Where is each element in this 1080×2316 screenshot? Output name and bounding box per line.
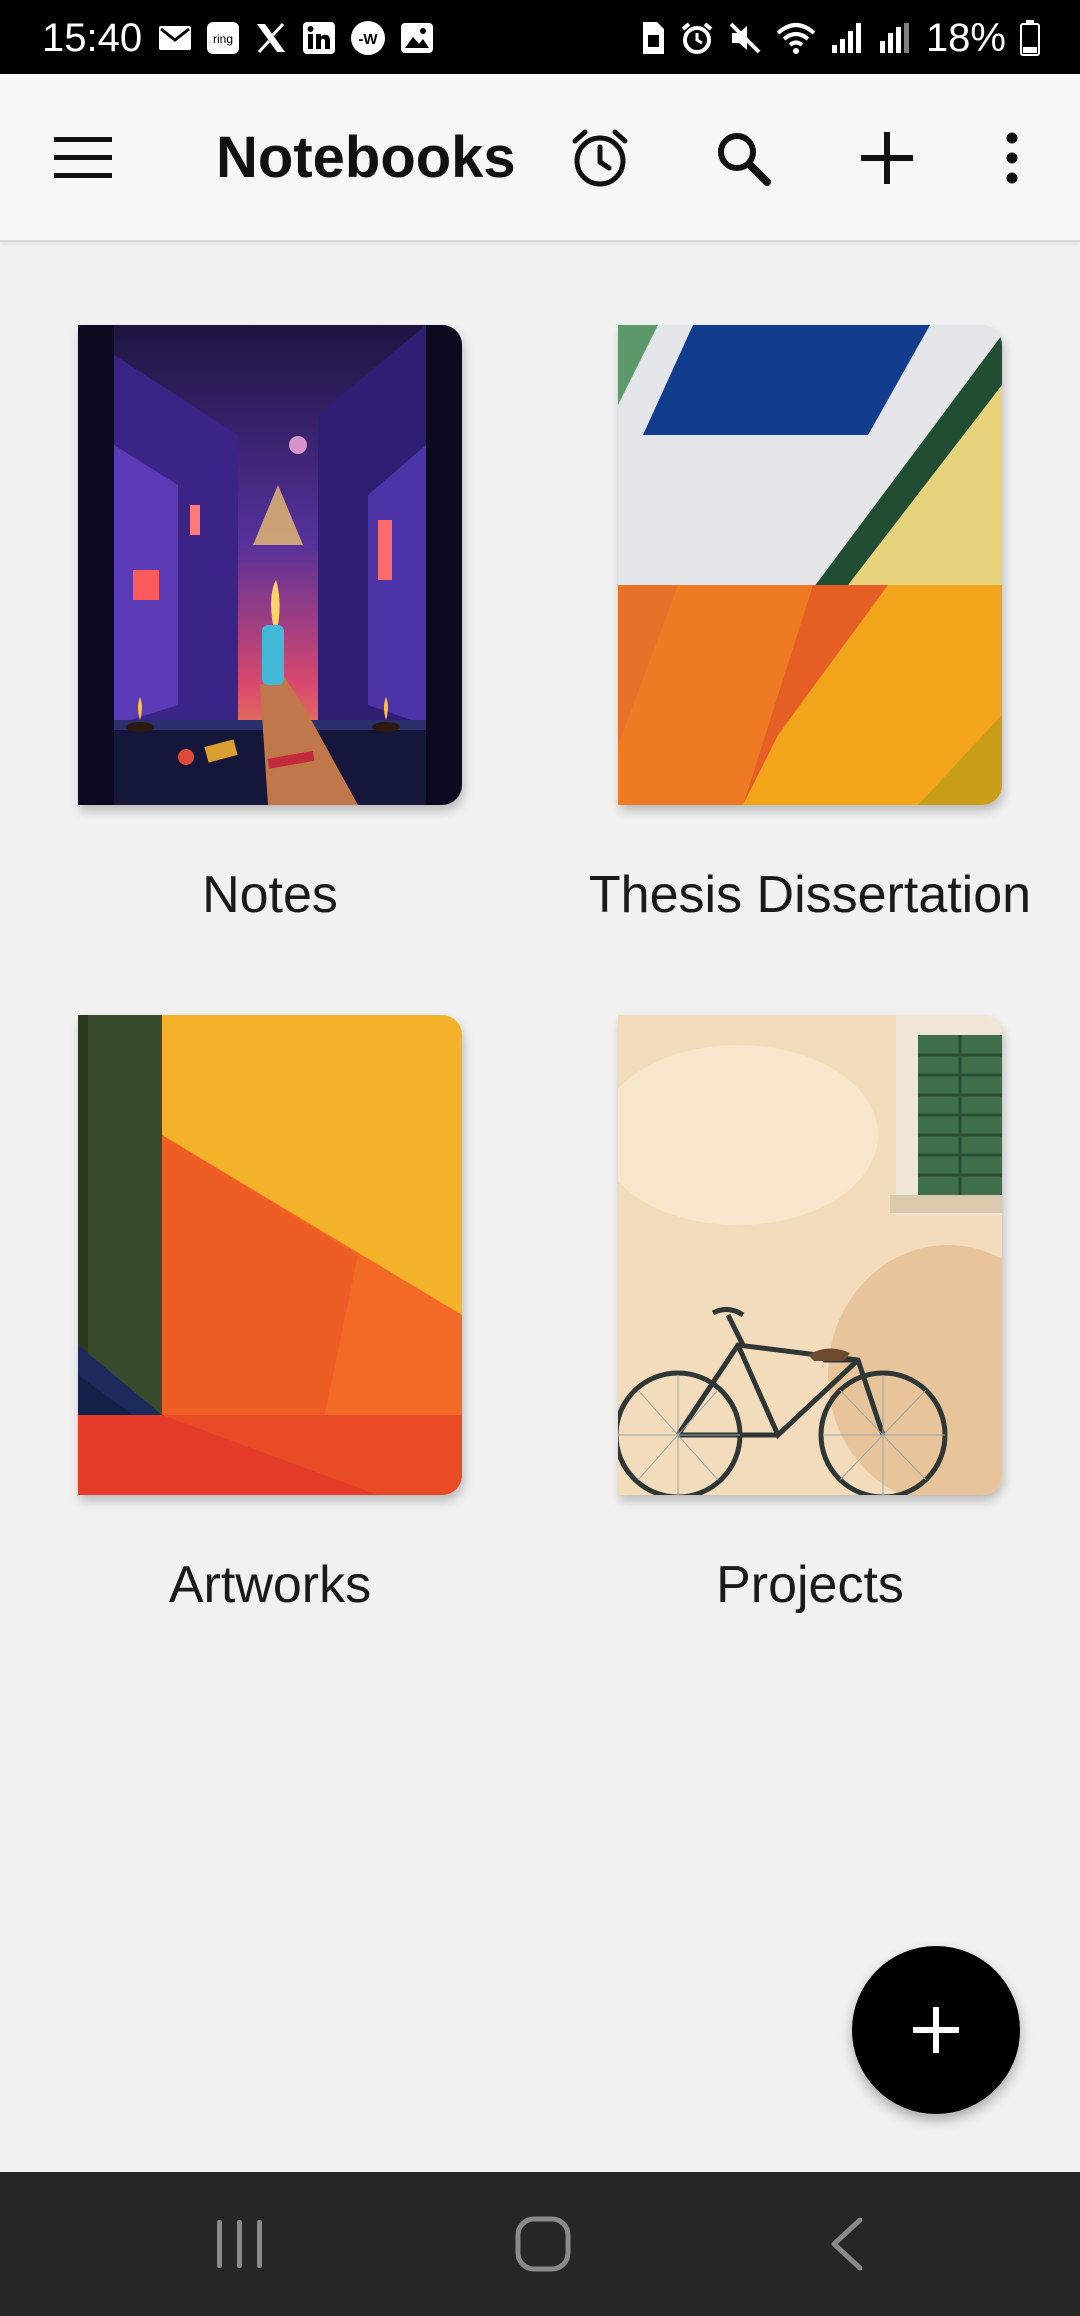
notebook-card-notes[interactable]: Notes [0, 325, 540, 945]
ring-icon-text: ring [213, 32, 233, 46]
wn-icon: -W [351, 21, 385, 55]
search-icon [718, 133, 771, 186]
gallery-icon [401, 23, 433, 53]
signal-2-icon [879, 23, 909, 53]
wn-icon-text: -W [358, 31, 378, 48]
ring-icon: ring [207, 22, 239, 54]
notebook-card-projects[interactable]: Projects [540, 1015, 1080, 1635]
back-icon [831, 2217, 863, 2271]
mute-icon [729, 22, 761, 54]
notification-icons: ring -W [158, 18, 434, 58]
wifi-icon [776, 23, 816, 54]
gmail-icon [159, 26, 191, 50]
more-vert-icon [1006, 132, 1018, 184]
reminders-button[interactable] [545, 74, 655, 242]
add-icon [861, 132, 913, 184]
notebook-cover [618, 1015, 1002, 1495]
more-options-button[interactable] [962, 74, 1062, 242]
new-notebook-fab[interactable] [852, 1946, 1020, 2114]
notebook-title: Notes [202, 866, 338, 924]
back-button[interactable] [756, 2172, 936, 2316]
notebook-cover [618, 325, 1002, 805]
notebook-title: Projects [716, 1556, 904, 1614]
status-time: 15:40 [42, 16, 143, 60]
add-icon [913, 2007, 959, 2053]
sim-icon [642, 22, 664, 54]
system-icons: 18% [640, 18, 1040, 58]
alarm-icon [681, 22, 713, 54]
notebook-cover [78, 1015, 462, 1495]
search-button[interactable] [688, 74, 798, 242]
notebook-card-thesis-dissertation[interactable]: Thesis Dissertation [540, 325, 1080, 945]
recents-button[interactable] [150, 2172, 330, 2316]
battery-icon [1020, 20, 1040, 56]
battery-percent: 18% [925, 16, 1006, 60]
x-icon [257, 22, 285, 54]
recents-icon [217, 2220, 262, 2268]
signal-icon [831, 23, 861, 53]
menu-icon [54, 137, 112, 178]
home-button[interactable] [453, 2172, 633, 2316]
notebook-card-artworks[interactable]: Artworks [0, 1015, 540, 1635]
system-nav-bar [0, 2172, 1080, 2316]
notebook-title: Artworks [168, 1556, 372, 1614]
home-icon [515, 2216, 571, 2272]
add-notebook-button[interactable] [832, 74, 942, 242]
status-bar: 15:40 ring -W 18% [0, 0, 1080, 74]
page-title: Notebooks [216, 125, 516, 190]
menu-button[interactable] [28, 74, 138, 242]
alarm-icon [572, 129, 628, 187]
notebook-title: Thesis Dissertation [588, 866, 1032, 924]
app-bar: Notebooks [0, 74, 1080, 242]
notebook-cover [78, 325, 462, 805]
linkedin-icon [303, 22, 335, 54]
